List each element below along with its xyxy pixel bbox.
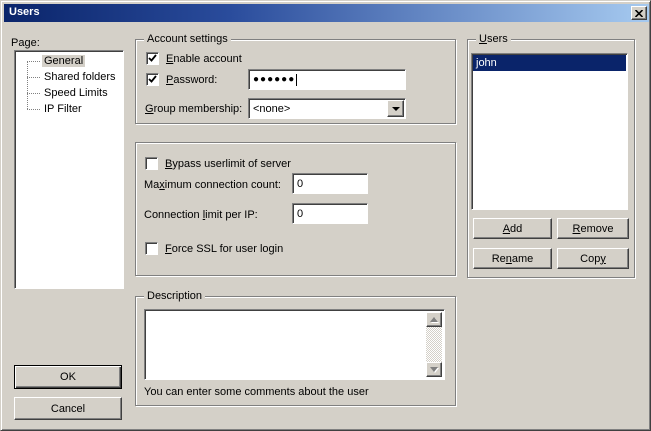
connection-limit-per-ip-input[interactable]: 0: [292, 203, 368, 224]
group-membership-label: Group membership:: [145, 103, 242, 116]
ok-button[interactable]: OK: [14, 365, 122, 389]
page-label: Page:: [11, 37, 40, 50]
force-ssl-checkbox[interactable]: [145, 242, 158, 255]
scroll-up-button[interactable]: [426, 312, 442, 327]
arrow-up-icon: [430, 317, 438, 322]
account-settings-title: Account settings: [144, 33, 231, 46]
users-listbox[interactable]: john: [471, 53, 628, 210]
tree-item-shared-folders[interactable]: Shared folders: [15, 69, 123, 85]
bypass-userlimit-label: Bypass userlimit of server: [165, 158, 291, 171]
tree-item-general[interactable]: General: [15, 53, 123, 69]
page-tree[interactable]: General Shared folders Speed Limits IP F…: [14, 50, 124, 289]
users-dialog: Users Page: General Shared folders Speed…: [0, 0, 651, 431]
bypass-userlimit-checkbox[interactable]: [145, 157, 158, 170]
add-button[interactable]: Add: [473, 218, 552, 239]
chevron-down-icon: [392, 107, 400, 111]
users-group-title: Users: [476, 33, 511, 46]
password-input[interactable]: ●●●●●●: [248, 69, 406, 90]
max-connection-count-value: 0: [297, 178, 303, 190]
tree-item-speed-limits[interactable]: Speed Limits: [15, 85, 123, 101]
connection-limit-per-ip-value: 0: [297, 208, 303, 220]
description-scrollbar[interactable]: [426, 312, 442, 377]
enable-account-label: Enable account: [166, 53, 242, 66]
text-caret: [296, 74, 297, 86]
close-icon: [635, 10, 643, 17]
force-ssl-label: Force SSL for user login: [165, 243, 283, 256]
description-title: Description: [144, 290, 205, 303]
max-connection-count-input[interactable]: 0: [292, 173, 368, 194]
connection-limit-per-ip-label: Connection limit per IP:: [144, 209, 258, 222]
password-masked-value: ●●●●●●: [253, 74, 295, 85]
cancel-button[interactable]: Cancel: [14, 397, 122, 420]
rename-button[interactable]: Rename: [473, 248, 552, 269]
password-label: Password:: [166, 74, 217, 87]
combo-dropdown-button[interactable]: [387, 100, 404, 117]
titlebar[interactable]: Users: [4, 4, 649, 22]
close-button[interactable]: [631, 6, 647, 20]
window-title: Users: [9, 6, 40, 18]
max-connection-count-label: Maximum connection count:: [144, 179, 281, 192]
arrow-down-icon: [430, 367, 438, 372]
group-membership-value: <none>: [253, 103, 290, 115]
description-textarea[interactable]: [144, 309, 445, 380]
description-hint: You can enter some comments about the us…: [144, 386, 369, 399]
group-membership-select[interactable]: <none>: [248, 98, 406, 119]
checkmark-icon: [148, 54, 157, 63]
tree-item-ip-filter[interactable]: IP Filter: [15, 101, 123, 117]
enable-account-checkbox[interactable]: [146, 52, 159, 65]
copy-button[interactable]: Copy: [557, 248, 629, 269]
remove-button[interactable]: Remove: [557, 218, 629, 239]
checkmark-icon: [148, 75, 157, 84]
password-checkbox[interactable]: [146, 73, 159, 86]
list-item-john[interactable]: john: [473, 55, 626, 71]
scroll-down-button[interactable]: [426, 362, 442, 377]
